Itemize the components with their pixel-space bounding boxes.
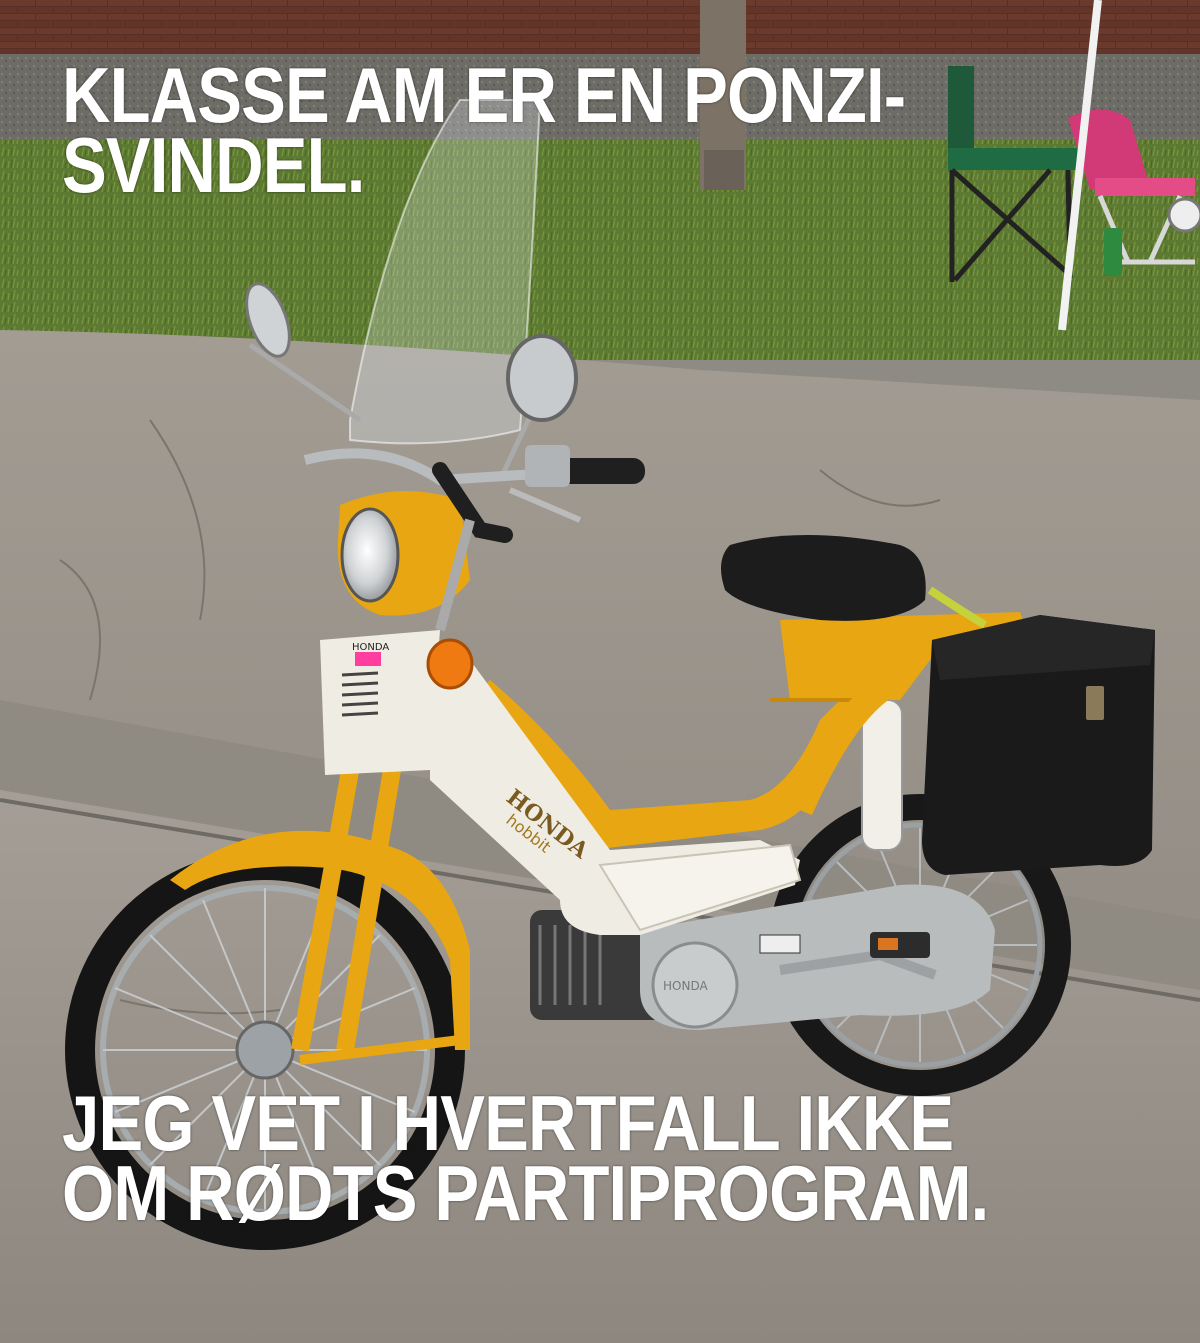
pink-sticker bbox=[355, 652, 381, 666]
engine-brand-text: HONDA bbox=[663, 979, 708, 993]
headlight bbox=[340, 507, 400, 603]
bottom-caption-line: JEG VET I HVERTFALL IKKE bbox=[62, 1079, 954, 1167]
bottom-caption-line: OM RØDTS PARTIPROGRAM. bbox=[62, 1149, 989, 1237]
front-brand-text: HONDA bbox=[352, 642, 389, 653]
top-caption-line: KLASSE AM ER EN PONZI- bbox=[62, 51, 906, 139]
top-caption: KLASSE AM ER EN PONZI- SVINDEL. bbox=[62, 51, 906, 209]
bottom-caption: JEG VET I HVERTFALL IKKE OM RØDTS PARTIP… bbox=[62, 1079, 989, 1237]
rear-shock bbox=[861, 699, 903, 851]
saddlebag bbox=[922, 615, 1155, 875]
turn-signal bbox=[426, 638, 474, 690]
bottle bbox=[1104, 228, 1122, 276]
saddlebag-latch bbox=[1086, 686, 1104, 720]
top-caption-line: SVINDEL. bbox=[62, 121, 365, 209]
meme-canvas: HONDA HONDA hobbit HONDA KLASSE AM ER EN… bbox=[0, 0, 1200, 1343]
right-mirror bbox=[506, 334, 578, 422]
